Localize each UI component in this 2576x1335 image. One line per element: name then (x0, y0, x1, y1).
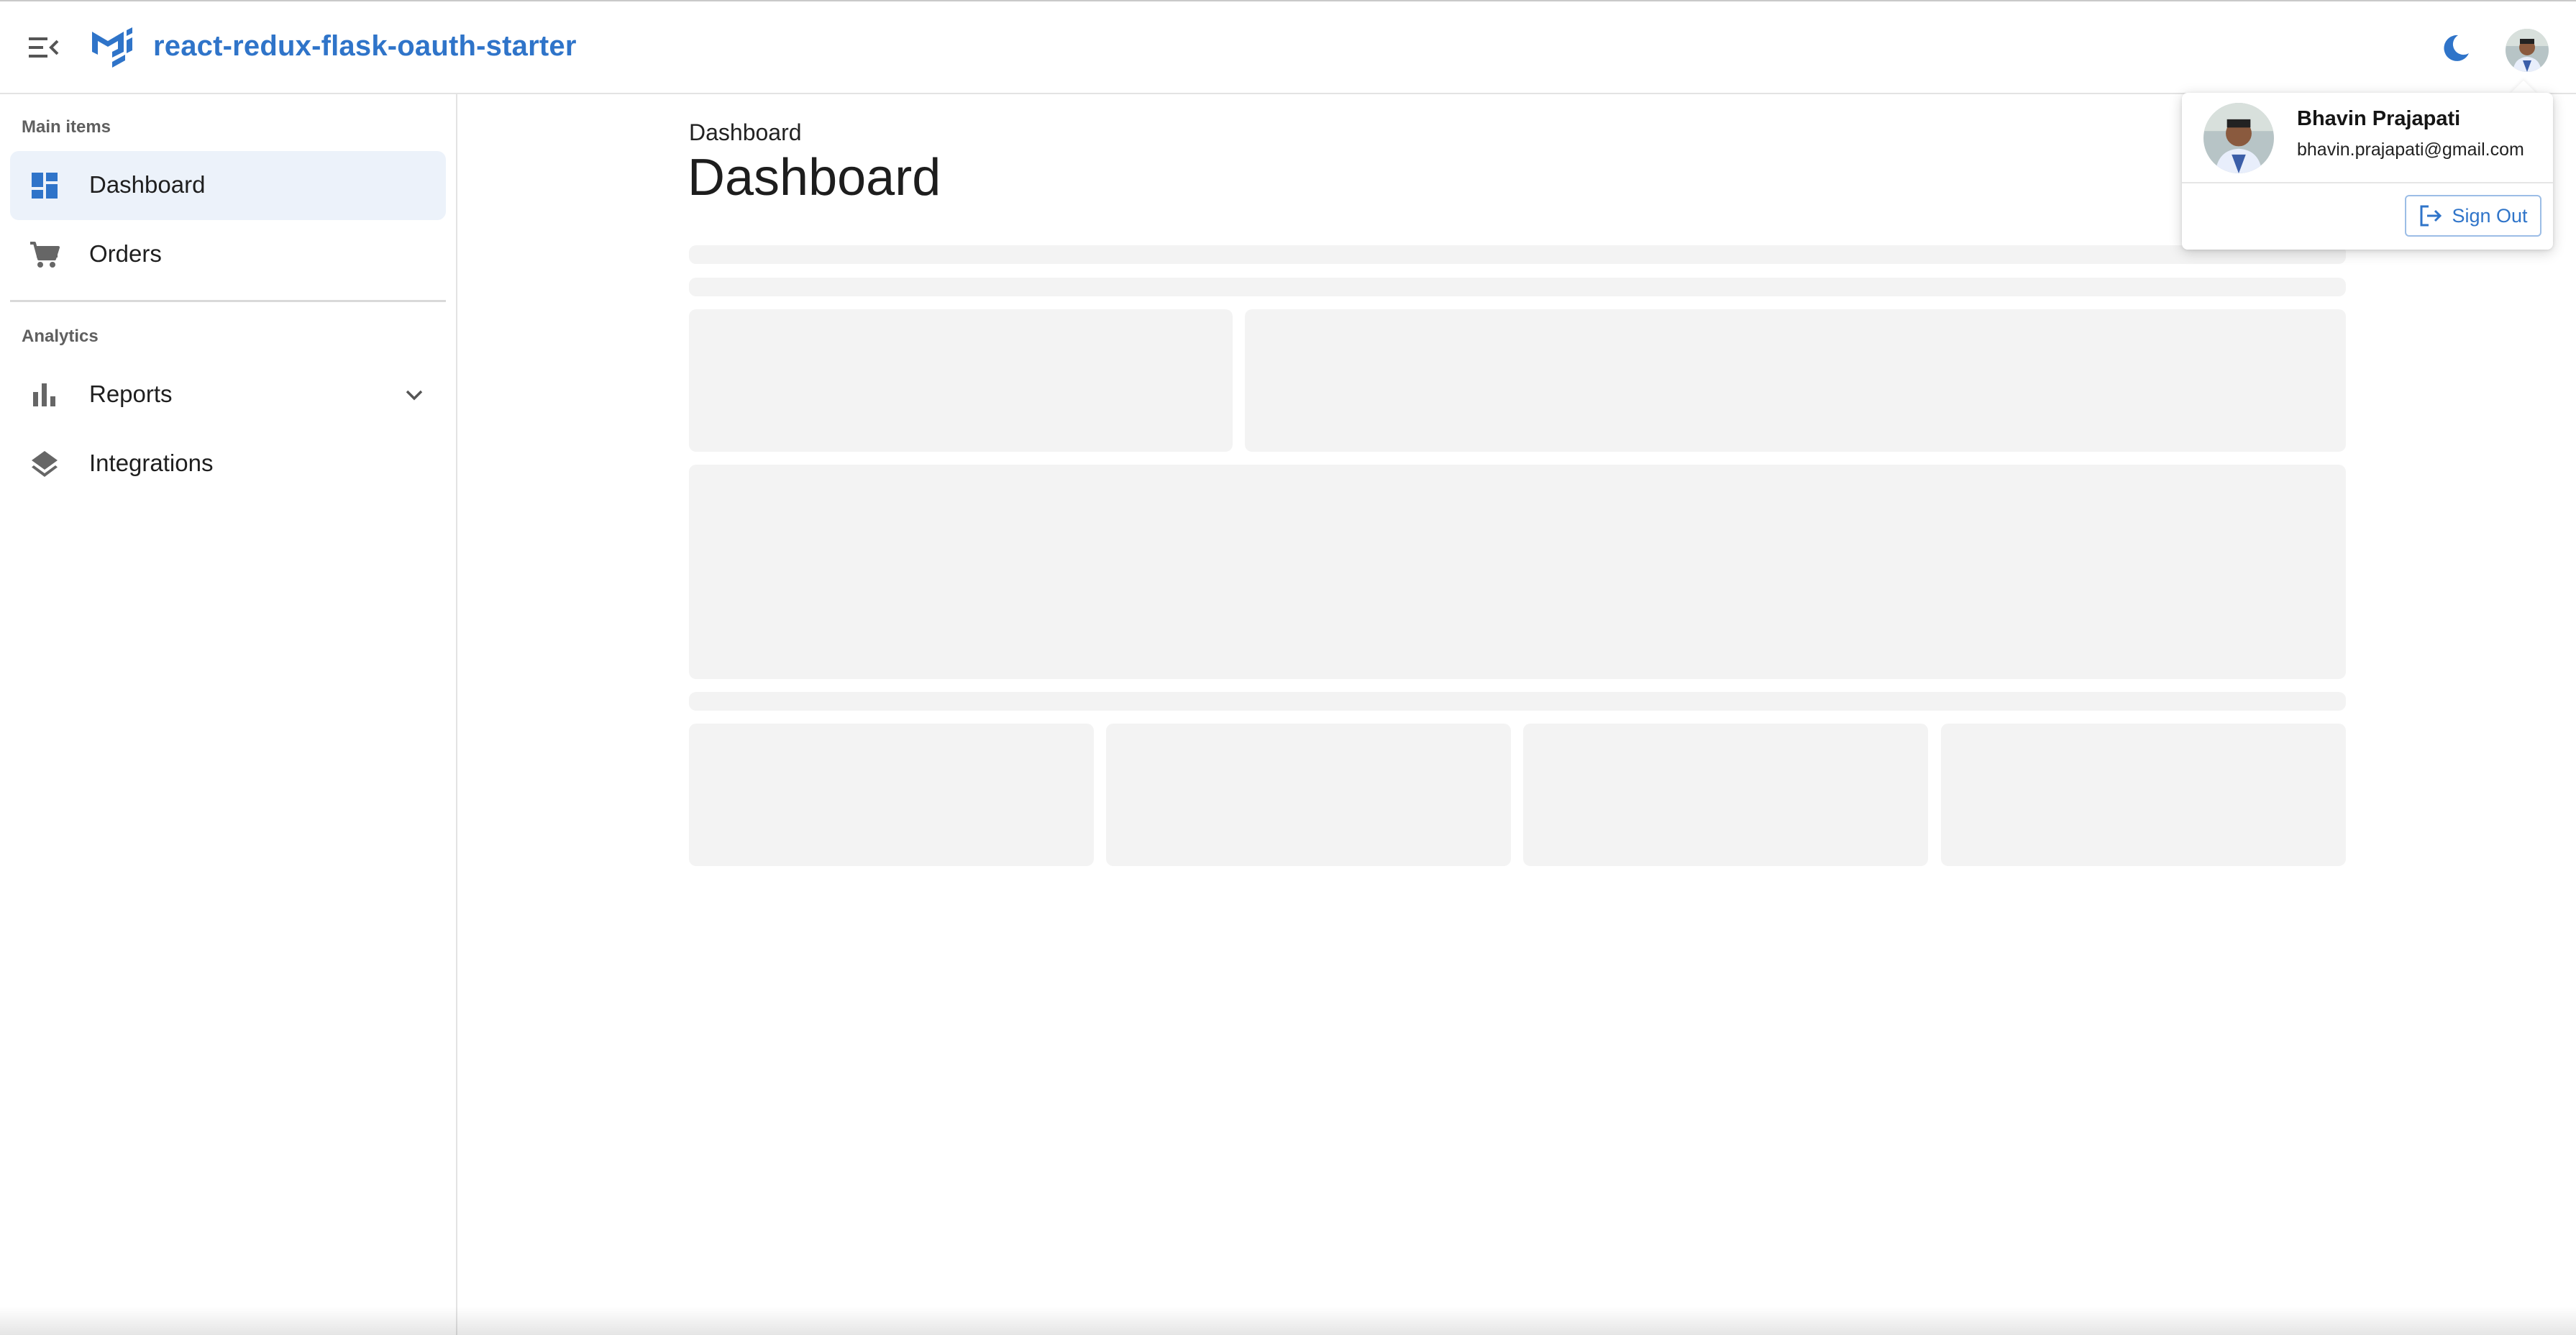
skeleton-card (1523, 724, 1928, 866)
skeleton-line (689, 692, 2346, 711)
skeleton-chart (689, 465, 2346, 679)
mui-logo-icon[interactable] (91, 27, 138, 68)
sidebar-item-label: Reports (89, 381, 173, 407)
sidebar-item-orders[interactable]: Orders (10, 220, 446, 289)
divider (10, 300, 446, 302)
sidebar-item-label: Orders (89, 240, 162, 267)
skeleton-card (1941, 724, 2346, 866)
menu-open-icon[interactable] (27, 33, 60, 62)
divider (2182, 182, 2553, 183)
sidebar-item-dashboard[interactable]: Dashboard (10, 151, 446, 220)
account-popover: Bhavin Prajapati bhavin.prajapati@gmail.… (2182, 93, 2553, 250)
sidebar-item-label: Integrations (89, 450, 214, 476)
breadcrumb[interactable]: Dashboard (689, 119, 802, 146)
skeleton-card (1106, 724, 1511, 866)
user-email: bhavin.prajapati@gmail.com (2297, 140, 2524, 160)
section-header-analytics: Analytics (22, 327, 99, 346)
dashboard-icon (27, 168, 62, 203)
chevron-down-icon[interactable] (400, 381, 429, 409)
moon-icon[interactable] (2441, 33, 2471, 63)
section-header-main: Main items (22, 117, 111, 137)
page-title: Dashboard (688, 149, 941, 206)
cart-icon (27, 237, 62, 272)
sign-out-label: Sign Out (2452, 204, 2528, 227)
sign-out-button[interactable]: Sign Out (2405, 195, 2541, 237)
app-bar: react-redux-flask-oauth-starter (0, 0, 2576, 94)
skeleton-card (1245, 309, 2346, 452)
sidebar-item-integrations[interactable]: Integrations (10, 429, 446, 498)
avatar (2203, 103, 2274, 173)
skeleton-line (689, 245, 2346, 264)
sidebar-item-reports[interactable]: Reports (10, 360, 446, 429)
logout-icon (2419, 204, 2443, 228)
layers-icon (27, 447, 62, 481)
skeleton-card (689, 724, 1094, 866)
window-bottom-shadow (0, 1306, 2576, 1335)
sidebar-item-label: Dashboard (89, 171, 206, 198)
skeleton-card (689, 309, 1233, 452)
sidebar: Main items Dashboard Orders Analytics Re… (0, 94, 457, 1335)
avatar[interactable] (2506, 29, 2549, 72)
bar-chart-icon (27, 378, 62, 412)
skeleton-line (689, 278, 2346, 296)
user-name: Bhavin Prajapati (2297, 107, 2461, 130)
app-title[interactable]: react-redux-flask-oauth-starter (153, 30, 577, 63)
